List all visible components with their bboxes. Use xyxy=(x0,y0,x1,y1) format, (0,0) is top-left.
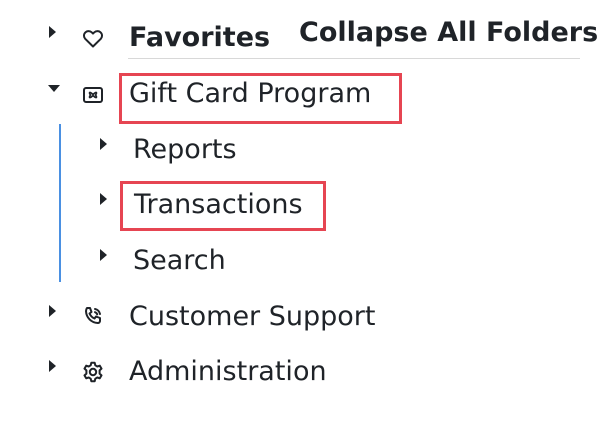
tree-item-label: Customer Support xyxy=(129,301,376,332)
navigation-tree: Favorites Collapse All Folders Gift Card… xyxy=(0,0,612,437)
tree-item-label: Reports xyxy=(133,134,237,165)
tree-item-label: Administration xyxy=(129,356,327,387)
collapse-caret-icon[interactable] xyxy=(48,85,60,92)
expand-caret-icon[interactable] xyxy=(49,26,56,38)
tree-item-administration[interactable]: Administration xyxy=(0,351,350,391)
expand-caret-icon[interactable] xyxy=(100,193,107,205)
heart-icon xyxy=(81,26,105,50)
highlight-box-gift-card-program xyxy=(119,73,402,124)
tree-item-favorites[interactable]: Favorites xyxy=(0,18,270,58)
collapse-all-folders-button[interactable]: Collapse All Folders xyxy=(299,17,598,49)
gift-card-icon xyxy=(81,83,105,107)
phone-icon xyxy=(81,304,105,328)
highlight-box-transactions xyxy=(120,181,326,231)
tree-item-search[interactable]: Search xyxy=(0,240,260,280)
divider xyxy=(128,58,580,59)
expand-caret-icon[interactable] xyxy=(100,138,107,150)
tree-item-label: Search xyxy=(133,245,226,276)
tree-item-reports[interactable]: Reports xyxy=(0,129,260,169)
expand-caret-icon[interactable] xyxy=(100,249,107,261)
gear-icon xyxy=(81,360,105,384)
tree-item-label: Favorites xyxy=(129,22,271,53)
expand-caret-icon[interactable] xyxy=(49,360,56,372)
expand-caret-icon[interactable] xyxy=(49,305,56,317)
tree-item-customer-support[interactable]: Customer Support xyxy=(0,296,400,336)
